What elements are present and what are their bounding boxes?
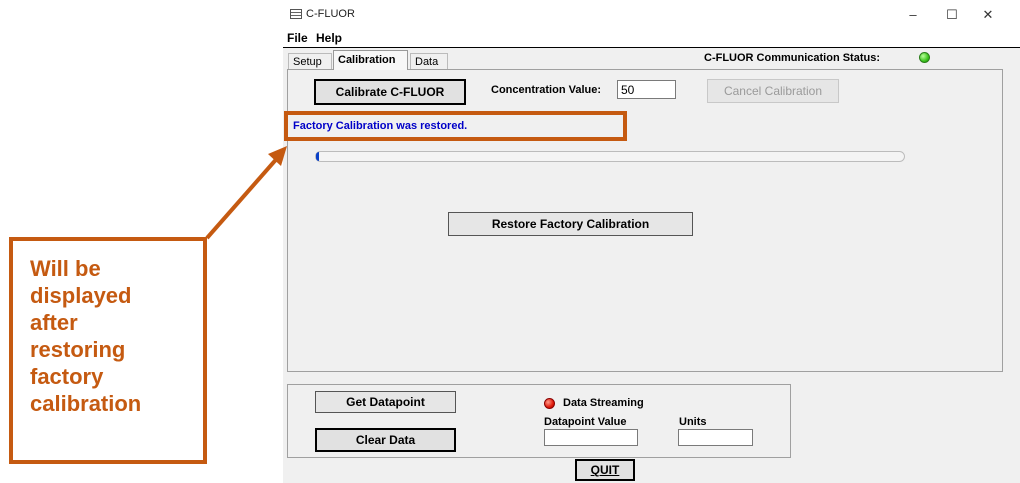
maximize-icon[interactable]: ☐ xyxy=(937,4,967,26)
callout-line: Will be xyxy=(30,256,101,281)
menu-help[interactable]: Help xyxy=(316,31,342,45)
get-datapoint-button[interactable]: Get Datapoint xyxy=(315,391,456,413)
restore-factory-calibration-button[interactable]: Restore Factory Calibration xyxy=(448,212,693,236)
tab-setup[interactable]: Setup xyxy=(288,53,332,69)
menu-bar xyxy=(283,30,1020,48)
minimize-icon[interactable]: – xyxy=(898,4,928,26)
data-streaming-indicator xyxy=(544,398,555,409)
datapoint-value-field[interactable] xyxy=(544,429,638,446)
callout-line: displayed xyxy=(30,283,132,308)
units-field[interactable] xyxy=(678,429,753,446)
concentration-value-label: Concentration Value: xyxy=(491,84,602,96)
calibrate-button[interactable]: Calibrate C-FLUOR xyxy=(314,79,466,105)
units-label: Units xyxy=(679,416,707,428)
concentration-value-input[interactable] xyxy=(617,80,676,99)
clear-data-button[interactable]: Clear Data xyxy=(315,428,456,452)
callout-line: restoring xyxy=(30,337,126,362)
app-icon xyxy=(290,9,302,19)
callout-line: factory xyxy=(30,364,104,389)
communication-status-indicator xyxy=(919,52,930,63)
calibration-progress-bar xyxy=(315,151,905,162)
calibration-progress-fill xyxy=(316,152,319,161)
highlight-box xyxy=(284,111,627,141)
data-streaming-label: Data Streaming xyxy=(563,397,644,409)
menu-file[interactable]: File xyxy=(287,31,308,45)
window-title: C-FLUOR xyxy=(306,8,355,20)
datapoint-value-label: Datapoint Value xyxy=(544,416,627,428)
cancel-calibration-button[interactable]: Cancel Calibration xyxy=(707,79,839,103)
callout-line: calibration xyxy=(30,391,142,416)
quit-button[interactable]: QUIT xyxy=(575,459,635,481)
annotation-callout-text: Will be displayed after restoring factor… xyxy=(30,255,200,417)
tab-data[interactable]: Data xyxy=(410,53,448,69)
tab-calibration[interactable]: Calibration xyxy=(333,50,408,70)
close-icon[interactable]: ✕ xyxy=(973,4,1003,26)
communication-status-label: C-FLUOR Communication Status: xyxy=(704,52,880,64)
callout-line: after xyxy=(30,310,78,335)
